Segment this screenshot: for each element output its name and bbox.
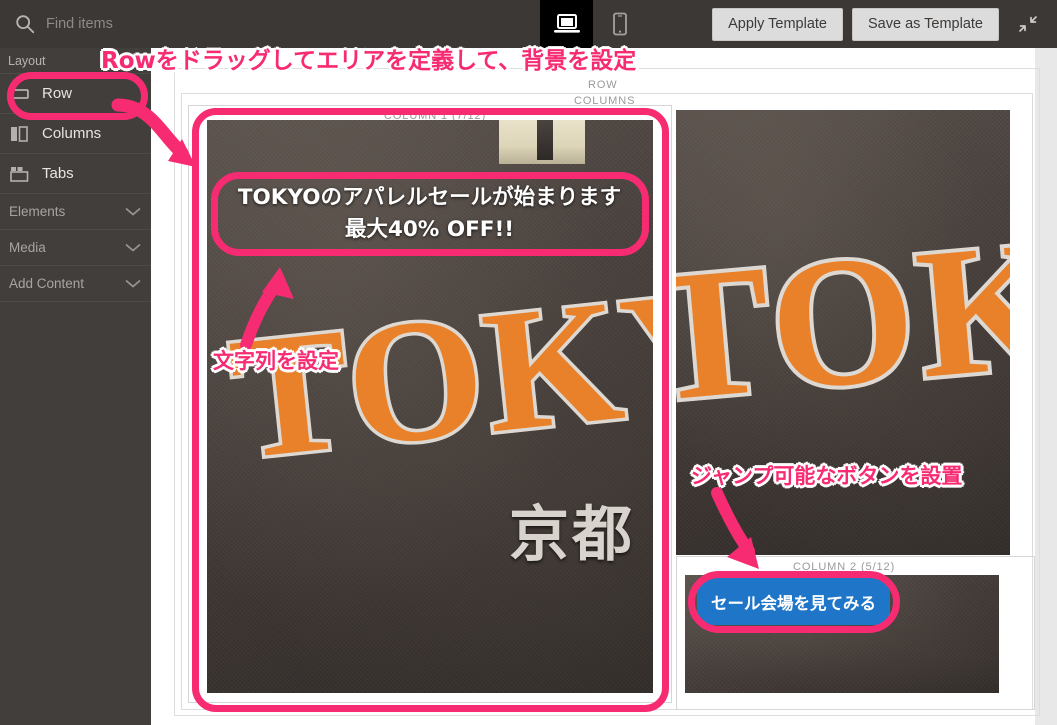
- shirt-tag: [537, 120, 553, 160]
- headline-text-element[interactable]: TOKYOのアパレルセールが始まります 最大40% OFF!!: [222, 182, 637, 246]
- shirt-graphic-tokyo: TOKYO: [219, 231, 653, 500]
- sidebar-item-row[interactable]: Row: [0, 74, 151, 114]
- headline-line-2: 最大40% OFF!!: [344, 217, 515, 242]
- shirt-graphic-tokyo-right: TOKYO: [676, 172, 1010, 446]
- chevron-down-icon: [125, 243, 141, 252]
- collapse-button[interactable]: [999, 0, 1057, 48]
- sidebar-section-layout-title: Layout: [0, 48, 151, 74]
- columns-label: COLUMNS: [574, 95, 636, 107]
- sidebar-section-elements[interactable]: Elements: [0, 194, 151, 230]
- headline-line-1: TOKYOのアパレルセールが始まります: [237, 185, 622, 210]
- row-label: ROW: [588, 79, 618, 91]
- laptop-icon: [553, 14, 580, 33]
- sidebar-item-tabs[interactable]: Tabs: [0, 154, 151, 194]
- sidebar-section-media-label: Media: [9, 240, 46, 255]
- sidebar-section-add-content-label: Add Content: [9, 276, 85, 291]
- sidebar-item-row-label: Row: [42, 85, 73, 102]
- left-sidebar: Layout Row Columns Tabs Elements Media A…: [0, 48, 151, 725]
- sidebar-section-elements-label: Elements: [9, 204, 66, 219]
- columns-icon: [10, 124, 29, 143]
- top-toolbar: Apply Template Save as Template: [0, 0, 1057, 48]
- search-icon: [16, 15, 35, 34]
- save-as-template-button[interactable]: Save as Template: [852, 7, 999, 41]
- phone-icon: [612, 12, 627, 36]
- collapse-arrows-icon: [1019, 16, 1037, 32]
- sidebar-section-media[interactable]: Media: [0, 230, 151, 266]
- row-icon: [10, 84, 29, 103]
- shirt-graphic-kyoto: 京都: [509, 500, 635, 570]
- column-2-label: COLUMN 2 (5/12): [793, 561, 896, 573]
- mobile-view-button[interactable]: [593, 0, 646, 48]
- tabs-icon: [10, 164, 29, 183]
- apply-template-button[interactable]: Apply Template: [712, 7, 843, 41]
- chevron-down-icon: [125, 207, 141, 216]
- sidebar-section-add-content[interactable]: Add Content: [0, 266, 151, 302]
- chevron-down-icon: [125, 279, 141, 288]
- desktop-view-button[interactable]: [540, 0, 593, 48]
- search-area[interactable]: [0, 0, 540, 48]
- sidebar-item-columns[interactable]: Columns: [0, 114, 151, 154]
- sidebar-item-tabs-label: Tabs: [42, 165, 74, 182]
- sidebar-item-columns-label: Columns: [42, 125, 102, 142]
- column-2-upper-image[interactable]: TOKYO: [676, 110, 1010, 555]
- search-input[interactable]: [46, 11, 446, 37]
- cta-button[interactable]: セール会場を見てみる: [697, 578, 890, 625]
